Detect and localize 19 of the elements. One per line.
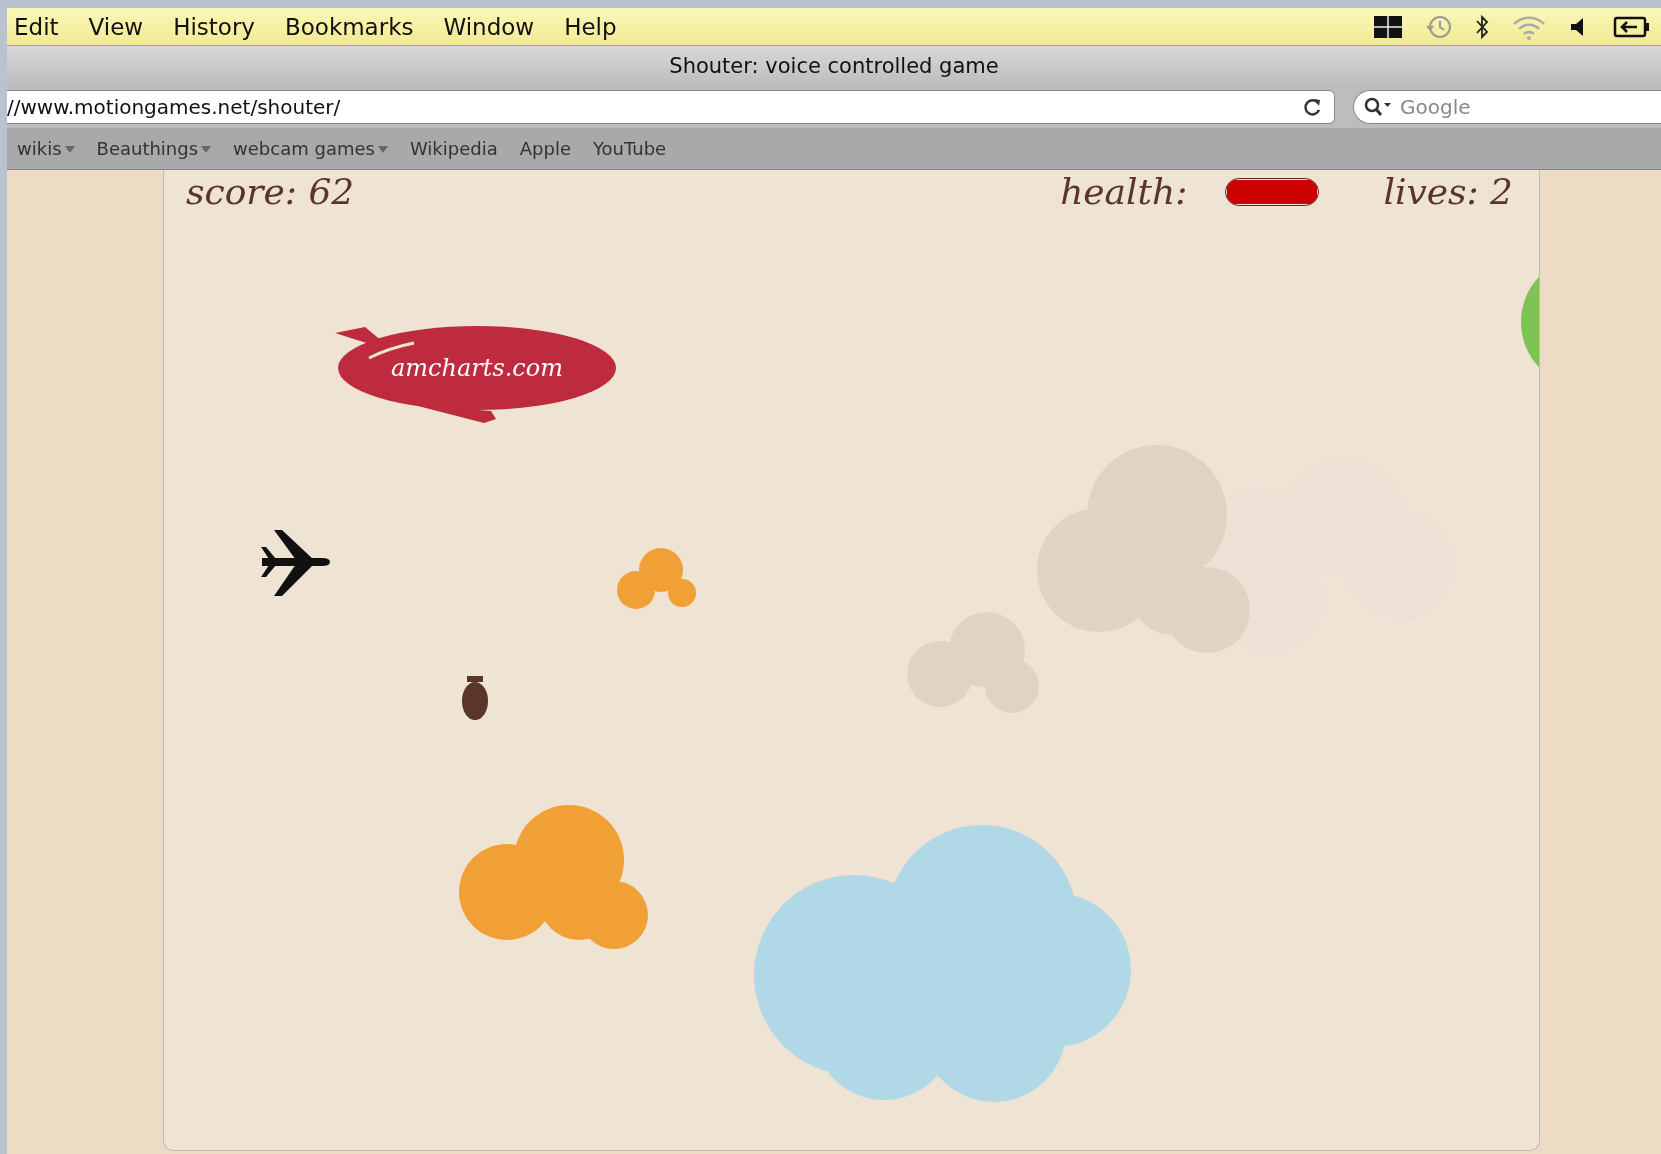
bookmark[interactable]: Wikipedia: [409, 138, 498, 159]
address-field[interactable]: //www.motiongames.net/shouter/: [7, 90, 1335, 124]
menu-item[interactable]: Window: [443, 13, 535, 40]
blimp-label: amcharts.com: [391, 354, 563, 382]
bookmark[interactable]: YouTube: [593, 138, 667, 159]
bookmark[interactable]: webcam games: [233, 138, 388, 159]
health-label: health:: [1060, 170, 1188, 214]
menu-item[interactable]: View: [88, 13, 144, 40]
search-field[interactable]: Google: [1353, 90, 1661, 124]
score-text: score: 62: [186, 170, 355, 214]
bookmark[interactable]: Beauthings: [96, 138, 212, 159]
bookmark[interactable]: wikis: [17, 138, 75, 159]
lives-text: lives: 2: [1383, 170, 1513, 214]
bookmark[interactable]: Apple: [519, 138, 571, 159]
menu-item[interactable]: Edit: [14, 13, 59, 40]
menu-item[interactable]: Bookmarks: [284, 13, 414, 40]
menu-item[interactable]: Help: [564, 13, 617, 40]
menu-item[interactable]: History: [173, 13, 255, 40]
window-title: Shouter: voice controlled game: [669, 54, 999, 78]
